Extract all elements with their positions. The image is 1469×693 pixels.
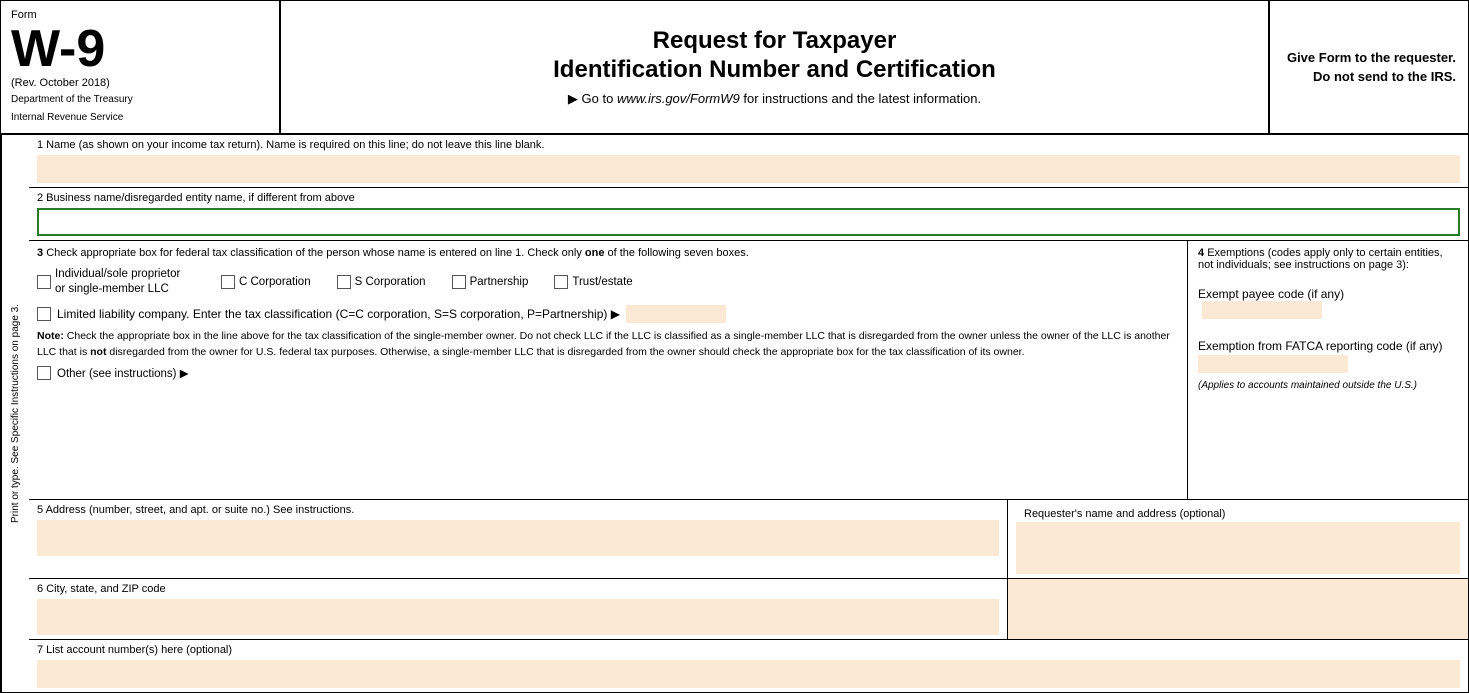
other-label: Other (see instructions) ▶ xyxy=(57,366,189,380)
checkbox-trust-box[interactable] xyxy=(554,275,568,289)
dept-line2: Internal Revenue Service xyxy=(11,111,269,125)
field2-input[interactable] xyxy=(37,208,1460,236)
section3-title: 3 Check appropriate box for federal tax … xyxy=(37,247,1179,259)
rev-date: (Rev. October 2018) xyxy=(11,77,269,89)
llc-row: Limited liability company. Enter the tax… xyxy=(37,305,1179,323)
section-3: 3 Check appropriate box for federal tax … xyxy=(29,241,1188,499)
llc-label: Limited liability company. Enter the tax… xyxy=(57,307,620,321)
checkbox-individual[interactable]: Individual/sole proprietor or single-mem… xyxy=(37,267,185,297)
section-4: 4 Exemptions (codes apply only to certai… xyxy=(1188,241,1468,499)
field7-input[interactable] xyxy=(37,660,1460,688)
goto-text: ▶ Go to www.irs.gov/FormW9 for instructi… xyxy=(301,91,1248,107)
checkbox-other-box[interactable] xyxy=(37,366,51,380)
main-title-line1: Request for Taxpayer xyxy=(301,27,1248,56)
checkbox-c-corp-box[interactable] xyxy=(221,275,235,289)
section-6-left: 6 City, state, and ZIP code xyxy=(29,579,1008,639)
checkbox-trust[interactable]: Trust/estate xyxy=(554,275,632,289)
checkbox-c-corp[interactable]: C Corporation xyxy=(221,275,311,289)
llc-classification-input[interactable] xyxy=(626,305,726,323)
checkbox-trust-label: Trust/estate xyxy=(572,276,632,288)
section7-label: 7 List account number(s) here (optional) xyxy=(29,640,1468,658)
field1-section: 1 Name (as shown on your income tax retu… xyxy=(29,135,1468,188)
w9-form: Form W-9 (Rev. October 2018) Department … xyxy=(0,0,1469,693)
note-text: Note: Check the appropriate box in the l… xyxy=(37,329,1179,361)
requester-label: Requester's name and address (optional) xyxy=(1016,504,1460,522)
checkbox-individual-box[interactable] xyxy=(37,275,51,289)
give-form-text: Give Form to the requester. Do not send … xyxy=(1282,48,1456,87)
note-content: Check the appropriate box in the line ab… xyxy=(37,330,1170,358)
checkbox-s-corp[interactable]: S Corporation xyxy=(337,275,426,289)
header-center: Request for Taxpayer Identification Numb… xyxy=(281,1,1268,133)
side-label: Print or type. See Specific Instructions… xyxy=(1,135,29,692)
checkbox-partnership-box[interactable] xyxy=(452,275,466,289)
checkbox-llc-box[interactable] xyxy=(37,307,51,321)
header-right: Give Form to the requester. Do not send … xyxy=(1268,1,1468,133)
main-content: 1 Name (as shown on your income tax retu… xyxy=(29,135,1468,692)
section4-label: 4 xyxy=(1198,247,1204,259)
note-bold-label: Note: xyxy=(37,330,64,342)
section-5-req: 5 Address (number, street, and apt. or s… xyxy=(29,500,1468,579)
main-title-line2: Identification Number and Certification xyxy=(301,56,1248,85)
checkbox-s-corp-box[interactable] xyxy=(337,275,351,289)
requester-address-lower[interactable] xyxy=(1008,579,1468,639)
checkbox-individual-label: Individual/sole proprietor or single-mem… xyxy=(55,267,185,297)
checkbox-partnership[interactable]: Partnership xyxy=(452,275,529,289)
checkbox-c-corp-label: C Corporation xyxy=(239,276,311,288)
section-5-left: 5 Address (number, street, and apt. or s… xyxy=(29,500,1008,578)
section3-desc: Check appropriate box for federal tax cl… xyxy=(46,247,749,259)
exempt-payee-row: Exempt payee code (if any) xyxy=(1198,287,1458,319)
header-left: Form W-9 (Rev. October 2018) Department … xyxy=(1,1,281,133)
field1-input[interactable] xyxy=(37,155,1460,183)
field2-section: 2 Business name/disregarded entity name,… xyxy=(29,188,1468,241)
dept-line1: Department of the Treasury xyxy=(11,93,269,107)
section3-label: 3 xyxy=(37,247,46,259)
exempt-payee-label: Exempt payee code (if any) xyxy=(1198,287,1344,301)
field5-input[interactable] xyxy=(37,520,999,556)
section6-label: 6 City, state, and ZIP code xyxy=(29,579,1007,597)
section4-desc: Exemptions (codes apply only to certain … xyxy=(1198,247,1443,271)
checkboxes-row1: Individual/sole proprietor or single-mem… xyxy=(37,267,1179,297)
form-header: Form W-9 (Rev. October 2018) Department … xyxy=(1,1,1468,135)
requester-section: Requester's name and address (optional) xyxy=(1008,500,1468,578)
field2-label: 2 Business name/disregarded entity name,… xyxy=(29,188,1468,206)
checkbox-partnership-label: Partnership xyxy=(470,276,529,288)
field6-input[interactable] xyxy=(37,599,999,635)
fatca-label: Exemption from FATCA reporting code (if … xyxy=(1198,339,1458,353)
form-number: W-9 xyxy=(11,23,269,75)
section-7: 7 List account number(s) here (optional) xyxy=(29,640,1468,692)
fatca-input[interactable] xyxy=(1198,355,1348,373)
section4-title: 4 Exemptions (codes apply only to certai… xyxy=(1198,247,1458,271)
section5-label: 5 Address (number, street, and apt. or s… xyxy=(29,500,1007,518)
fatca-row: Exemption from FATCA reporting code (if … xyxy=(1198,339,1458,376)
fatca-italic-note: (Applies to accounts maintained outside … xyxy=(1198,380,1458,391)
requester-address-input[interactable] xyxy=(1016,522,1460,574)
field1-label: 1 Name (as shown on your income tax retu… xyxy=(29,135,1468,153)
section-6: 6 City, state, and ZIP code xyxy=(29,579,1468,640)
section-3-4: 3 Check appropriate box for federal tax … xyxy=(29,241,1468,500)
other-row: Other (see instructions) ▶ xyxy=(37,366,1179,380)
exempt-payee-input[interactable] xyxy=(1202,301,1322,319)
section-6-inner: 6 City, state, and ZIP code xyxy=(29,579,1468,639)
form-body: Print or type. See Specific Instructions… xyxy=(1,135,1468,692)
checkbox-s-corp-label: S Corporation xyxy=(355,276,426,288)
